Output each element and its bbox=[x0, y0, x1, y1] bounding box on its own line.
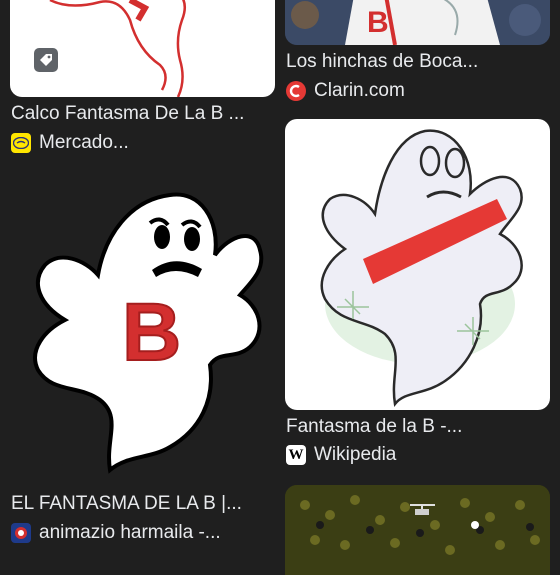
wikipedia-w-icon: W bbox=[286, 445, 306, 465]
result-image-wikipedia[interactable] bbox=[285, 119, 550, 410]
result-source-wikipedia[interactable]: W Wikipedia bbox=[286, 444, 396, 466]
svg-text:B: B bbox=[367, 6, 389, 39]
animazio-icon bbox=[11, 523, 31, 543]
result-source-label: animazio harmaila -... bbox=[39, 522, 221, 543]
result-source-animazio[interactable]: animazio harmaila -... bbox=[11, 522, 221, 544]
result-source-label: Clarin.com bbox=[314, 80, 405, 101]
mercadolibre-handshake-icon bbox=[11, 133, 31, 153]
result-source-clarin[interactable]: Clarin.com bbox=[286, 80, 405, 102]
result-title-animazio[interactable]: EL FANTASMA DE LA B |... bbox=[11, 493, 273, 515]
ghost-with-red-band-image bbox=[320, 129, 523, 408]
result-source-mercado[interactable]: Mercado... bbox=[11, 132, 129, 154]
result-image-mercado[interactable] bbox=[10, 0, 275, 97]
stadium-crowd-image bbox=[285, 485, 550, 575]
result-image-animazio[interactable]: B bbox=[10, 165, 275, 485]
result-title-clarin[interactable]: Los hinchas de Boca... bbox=[286, 51, 548, 73]
clarin-icon bbox=[286, 81, 306, 101]
product-tag-icon bbox=[34, 48, 58, 72]
svg-text:B: B bbox=[122, 287, 181, 378]
result-source-label: Mercado... bbox=[39, 132, 129, 153]
result-source-label: Wikipedia bbox=[314, 444, 397, 465]
result-title-mercado[interactable]: Calco Fantasma De La B ... bbox=[11, 103, 273, 125]
result-title-wikipedia[interactable]: Fantasma de la B -... bbox=[286, 416, 548, 438]
result-image-stadium[interactable] bbox=[285, 485, 550, 575]
ghost-with-letter-image: B bbox=[33, 192, 264, 474]
fans-photo-image: B bbox=[285, 0, 550, 45]
result-image-clarin[interactable]: B bbox=[285, 0, 550, 45]
